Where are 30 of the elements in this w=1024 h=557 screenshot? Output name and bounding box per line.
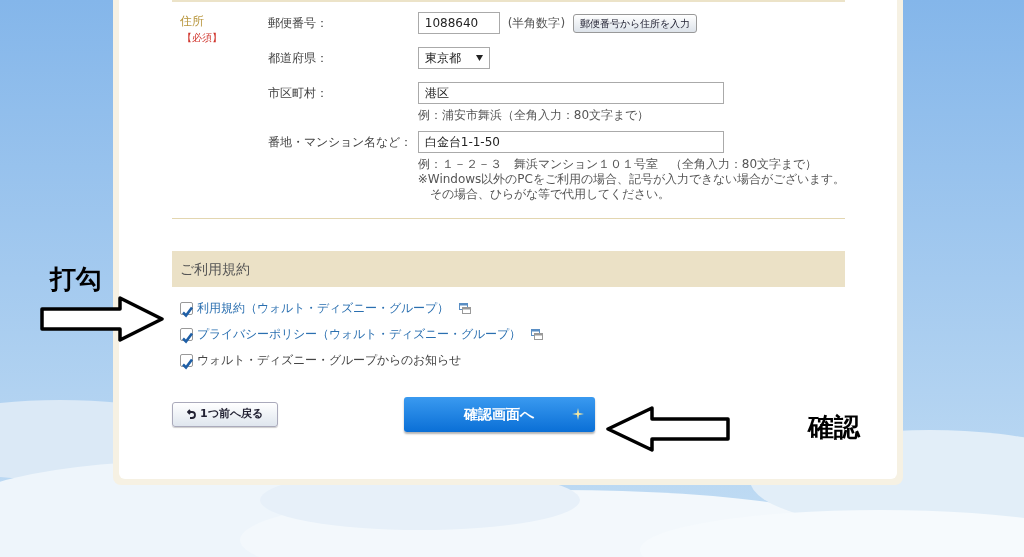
postal-code-field[interactable]: 1088640 (417, 12, 500, 34)
annotation-text: 確認 (808, 414, 860, 440)
back-button[interactable]: 1つ前へ戻る (172, 402, 278, 427)
section-label: 住所 (180, 13, 205, 30)
field-label: 市区町村： (267, 85, 329, 102)
hint-text: 例：浦安市舞浜（全角入力：80文字まで） (417, 108, 651, 123)
field-label: 番地・マンション名など： (267, 134, 413, 151)
checkbox[interactable] (180, 353, 193, 367)
confirm-button[interactable]: 確認画面へ (403, 397, 595, 432)
checkbox[interactable] (180, 301, 193, 315)
checkbox-label: ウォルト・ディズニー・グループからのお知らせ (197, 352, 461, 369)
new-window-icon (531, 328, 543, 340)
address-lookup-button[interactable]: 郵便番号から住所を入力 (573, 13, 698, 33)
arrow-icon (604, 406, 730, 452)
text-field[interactable]: 白金台1-1-50 (417, 131, 724, 153)
input-note: (半角数字) (507, 15, 566, 31)
terms-link[interactable]: プライバシーポリシー（ウォルト・ディズニー・グループ） (197, 325, 521, 343)
checkbox[interactable] (180, 327, 193, 341)
section-header: ご利用規約 (172, 251, 845, 287)
hint-text: 例：１－２－３ 舞浜マンション１０１号室 （全角入力：80文字まで） ※Windows以外のPCをご利用の場合、記号が入力できない場合がございます。 その場合、ひらがな等で代用してください。 (417, 157, 845, 202)
terms-link[interactable]: 利用規約（ウォルト・ディズニー・グループ） (197, 299, 449, 317)
annotation-text: 打勾 (50, 266, 102, 292)
caret-icon (475, 55, 483, 61)
text-field[interactable]: 港区 (417, 82, 724, 104)
field-label: 都道府県： (267, 50, 329, 67)
field-label: 郵便番号： (267, 15, 329, 32)
new-window-icon (459, 302, 471, 314)
prefecture-dropdown[interactable]: 東京都 (417, 47, 490, 69)
required-label: 【必須】 (182, 31, 223, 45)
undo-icon (187, 409, 196, 420)
